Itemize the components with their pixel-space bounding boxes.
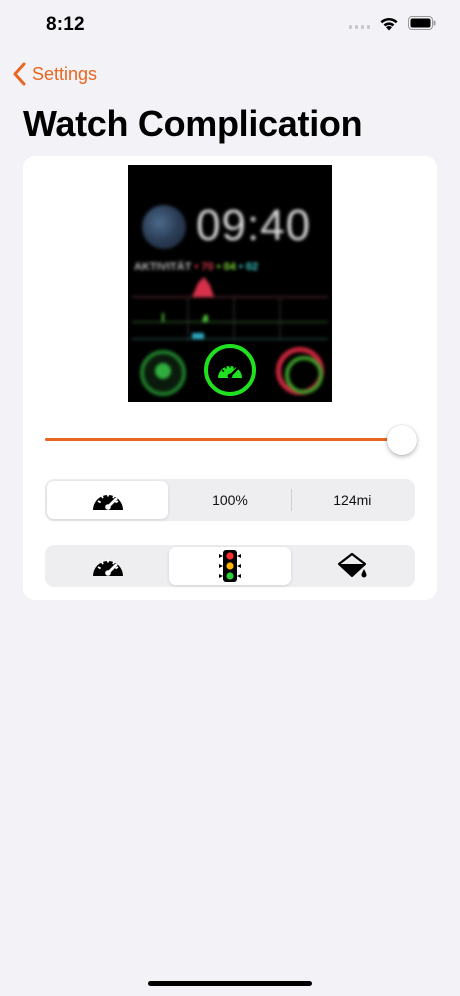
traffic-light-icon (218, 550, 241, 582)
watch-face-preview: 09:40 AKTIVITÄT • 70 • 04 • 02 (128, 165, 332, 402)
watch-time: 09:40 (196, 201, 312, 250)
segment-percent[interactable]: 100% (169, 481, 290, 519)
activity-summary: AKTIVITÄT • 70 • 04 • 02 (134, 261, 258, 273)
activity-graph (132, 277, 328, 341)
home-indicator (148, 981, 312, 986)
battery-icon (408, 16, 436, 30)
slider-thumb[interactable] (387, 425, 417, 455)
segment-range[interactable]: 124mi (292, 481, 413, 519)
segment-percent-label: 100% (212, 492, 248, 508)
segment-traffic-light-style[interactable] (169, 547, 291, 585)
activity-exercise-value: • 04 (216, 261, 236, 273)
chevron-left-icon (13, 62, 26, 86)
segment-speedometer[interactable] (47, 481, 169, 519)
back-button-label: Settings (32, 63, 98, 84)
slider-track (45, 438, 402, 441)
status-icons (349, 15, 436, 31)
speedometer-icon (92, 559, 123, 576)
speedometer-icon (218, 365, 242, 379)
activity-stand-value: • 02 (238, 261, 259, 273)
page-title: Watch Complication (23, 103, 363, 144)
segment-color-style[interactable] (292, 547, 413, 585)
speedometer-icon (92, 493, 123, 510)
activity-move-value: • 70 (194, 261, 214, 273)
left-ring-complication (140, 350, 186, 396)
globe-complication-icon (142, 205, 186, 249)
speedometer-complication (204, 344, 256, 396)
status-bar: 8:12 (0, 0, 460, 50)
segment-range-label: 124mi (333, 492, 372, 508)
status-time: 8:12 (46, 14, 85, 35)
back-button[interactable]: Settings (12, 60, 97, 88)
cellular-signal-icon (349, 17, 370, 29)
activity-rings-complication (276, 347, 324, 395)
display-mode-segmented-control: 100% 124mi (45, 479, 415, 521)
paint-bucket-icon (338, 552, 367, 578)
wifi-icon (380, 17, 398, 31)
style-segmented-control (45, 545, 415, 587)
settings-card: 09:40 AKTIVITÄT • 70 • 04 • 02 100% 124m… (23, 156, 437, 600)
size-slider[interactable] (45, 422, 417, 458)
segment-speedometer-style[interactable] (47, 547, 168, 585)
activity-label: AKTIVITÄT (134, 261, 192, 273)
